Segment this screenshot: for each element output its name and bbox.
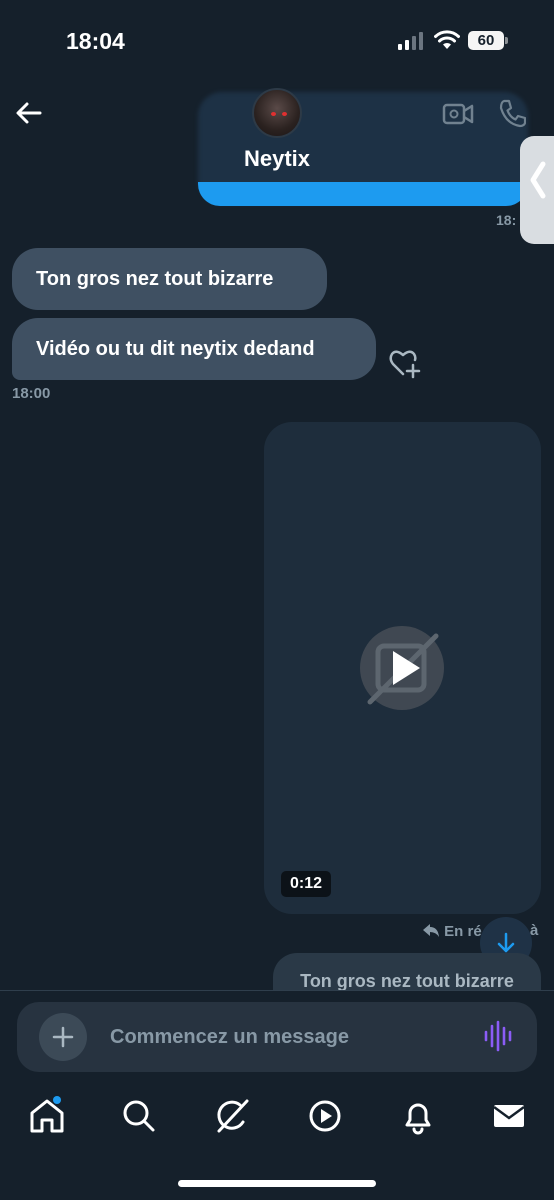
back-arrow-icon[interactable] (12, 96, 46, 130)
status-bar: 18:04 60 (0, 0, 554, 80)
home-notification-badge (53, 1096, 61, 1104)
home-icon[interactable] (27, 1096, 67, 1136)
mail-icon[interactable] (489, 1096, 529, 1136)
incoming-message-bubble[interactable]: Vidéo ou tu dit neytix dedand (12, 318, 376, 380)
grok-icon[interactable] (212, 1096, 252, 1136)
contact-name[interactable]: Neytix (0, 146, 554, 172)
add-attachment-button[interactable] (39, 1013, 87, 1061)
cellular-signal-icon (398, 32, 423, 50)
battery-level: 60 (468, 31, 504, 50)
blurred-sent-time: 18: (496, 212, 517, 228)
message-input[interactable] (110, 1022, 470, 1052)
reply-context-label: En ré à (422, 922, 538, 940)
video-icon[interactable] (305, 1096, 345, 1136)
video-call-icon[interactable] (442, 100, 474, 128)
add-reaction-heart-icon[interactable] (388, 347, 422, 379)
phone-call-icon[interactable] (498, 98, 526, 128)
chevron-left-icon (530, 161, 546, 199)
contact-avatar[interactable] (252, 88, 302, 138)
bell-icon[interactable] (398, 1096, 438, 1136)
avatar-eye-left (271, 112, 276, 116)
avatar-eye-right (282, 112, 287, 116)
blurred-sent-bubble-edge (198, 182, 528, 206)
wifi-icon (434, 30, 460, 49)
battery-tip (505, 37, 508, 44)
reply-label-text: En ré (444, 923, 482, 940)
video-unavailable-icon (367, 633, 439, 705)
video-duration: 0:12 (281, 871, 331, 897)
search-icon[interactable] (119, 1096, 159, 1136)
incoming-message-bubble[interactable]: Ton gros nez tout bizarre (12, 248, 327, 310)
plus-icon (52, 1026, 74, 1048)
incoming-message-time: 18:00 (12, 385, 51, 402)
reply-arrow-icon (423, 924, 439, 937)
voice-message-icon[interactable] (483, 1020, 513, 1052)
status-time: 18:04 (66, 28, 125, 54)
home-indicator (178, 1180, 376, 1187)
video-play-button[interactable] (360, 626, 444, 710)
